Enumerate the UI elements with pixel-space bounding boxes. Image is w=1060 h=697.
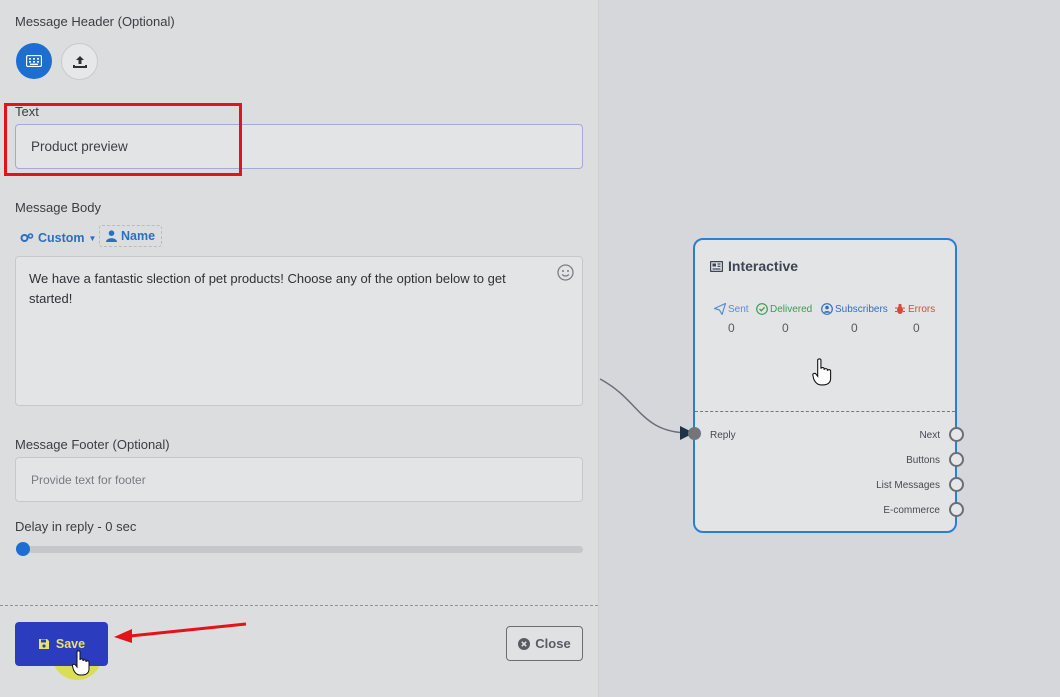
node-title-text: Interactive [728, 258, 799, 274]
stat-sent: Sent [714, 303, 749, 315]
output-port-buttons[interactable] [949, 452, 964, 467]
output-port-label-next: Next [919, 430, 940, 441]
stat-delivered-value: 0 [782, 321, 789, 335]
output-port-next[interactable] [949, 427, 964, 442]
check-circle-icon [756, 303, 768, 315]
stat-subscribers-value: 0 [851, 321, 858, 335]
stat-errors-value: 0 [913, 321, 920, 335]
newspaper-icon [710, 260, 723, 272]
stat-delivered: Delivered [756, 303, 812, 315]
input-port-label: Reply [710, 430, 736, 441]
stat-sent-value: 0 [728, 321, 735, 335]
stat-subscribers-label: Subscribers [835, 303, 888, 315]
bug-icon [895, 303, 905, 314]
node-title: Interactive [710, 258, 798, 274]
hand-pointer-cursor-icon [812, 358, 832, 386]
output-port-label-list-messages: List Messages [876, 480, 940, 491]
user-circle-icon [821, 303, 833, 315]
stat-sent-label: Sent [728, 303, 749, 315]
output-port-label-buttons: Buttons [906, 455, 940, 466]
stat-delivered-label: Delivered [770, 303, 813, 315]
stat-errors: Errors [894, 303, 935, 315]
stat-errors-label: Errors [908, 303, 936, 315]
paper-plane-icon [714, 303, 726, 315]
output-port-label-ecommerce: E-commerce [883, 505, 940, 516]
output-port-ecommerce[interactable] [949, 502, 964, 517]
output-port-list-messages[interactable] [949, 477, 964, 492]
stat-subscribers: Subscribers [821, 303, 888, 315]
node-divider [695, 411, 955, 412]
input-port-reply[interactable] [688, 427, 701, 440]
